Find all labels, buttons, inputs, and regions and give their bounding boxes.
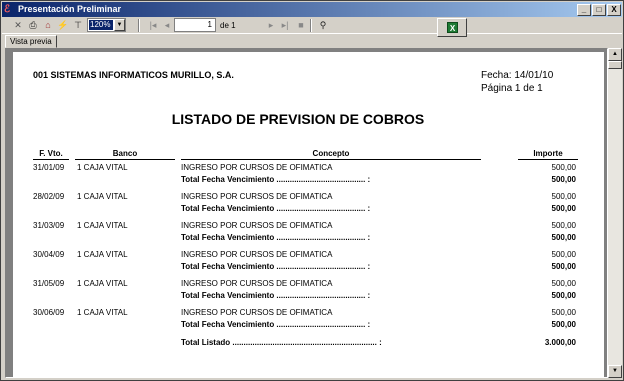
toolbar-separator bbox=[310, 19, 312, 32]
grand-total-label: Total Listado ..........................… bbox=[181, 338, 382, 347]
row-total-label: Total Fecha Vencimiento ................… bbox=[181, 291, 371, 300]
row-importe: 500,00 bbox=[551, 192, 576, 201]
row-total-value: 500,00 bbox=[551, 262, 576, 271]
row-concepto: INGRESO POR CURSOS DE OFIMATICA bbox=[181, 279, 333, 288]
preview-toolbar: ✕ ⎙ ⌂ ⚡ ⊤ 120% ▼ |◂ ◂ 1 de 1 ▸ ▸| ■ ⚲ X bbox=[2, 17, 622, 37]
row-concepto: INGRESO POR CURSOS DE OFIMATICA bbox=[181, 192, 333, 201]
header-importe: Importe bbox=[518, 149, 578, 160]
report-page-number: Página 1 de 1 bbox=[481, 83, 543, 94]
row-importe: 500,00 bbox=[551, 221, 576, 230]
zoom-select[interactable]: 120% ▼ bbox=[87, 18, 126, 32]
header-banco: Banco bbox=[75, 149, 175, 160]
maximize-button[interactable]: □ bbox=[592, 4, 606, 16]
minimize-button[interactable]: _ bbox=[577, 4, 591, 16]
stop-icon[interactable]: ■ bbox=[294, 19, 308, 32]
row-importe: 500,00 bbox=[551, 279, 576, 288]
preview-window: ℰ Presentación Preliminar _ □ X ✕ ⎙ ⌂ ⚡ … bbox=[0, 0, 624, 381]
row-total-value: 500,00 bbox=[551, 204, 576, 213]
print-setup-icon[interactable]: ⌂ bbox=[41, 19, 55, 32]
grand-total-value: 3.000,00 bbox=[544, 338, 576, 347]
tab-strip: Vista previa bbox=[2, 35, 622, 48]
row-total-label: Total Fecha Vencimiento ................… bbox=[181, 204, 371, 213]
row-importe: 500,00 bbox=[551, 250, 576, 259]
row-banco: 1 CAJA VITAL bbox=[77, 221, 128, 230]
scroll-thumb[interactable] bbox=[608, 61, 622, 69]
find-icon[interactable]: ⚲ bbox=[316, 19, 330, 32]
zoom-value: 120% bbox=[89, 20, 113, 30]
vertical-scrollbar[interactable]: ▲ ▼ bbox=[608, 48, 622, 378]
row-banco: 1 CAJA VITAL bbox=[77, 250, 128, 259]
row-banco: 1 CAJA VITAL bbox=[77, 308, 128, 317]
first-page-icon[interactable]: |◂ bbox=[146, 19, 160, 32]
row-concepto: INGRESO POR CURSOS DE OFIMATICA bbox=[181, 250, 333, 259]
header-concepto: Concepto bbox=[181, 149, 481, 160]
row-total-value: 500,00 bbox=[551, 291, 576, 300]
row-total-label: Total Fecha Vencimiento ................… bbox=[181, 175, 371, 184]
prev-page-icon[interactable]: ◂ bbox=[160, 19, 174, 32]
row-total-value: 500,00 bbox=[551, 320, 576, 329]
row-total-value: 500,00 bbox=[551, 175, 576, 184]
row-concepto: INGRESO POR CURSOS DE OFIMATICA bbox=[181, 308, 333, 317]
report-date: Fecha: 14/01/10 bbox=[481, 70, 554, 81]
row-banco: 1 CAJA VITAL bbox=[77, 192, 128, 201]
row-importe: 500,00 bbox=[551, 308, 576, 317]
row-total-label: Total Fecha Vencimiento ................… bbox=[181, 262, 371, 271]
row-fvto: 31/05/09 bbox=[33, 279, 65, 288]
row-total-label: Total Fecha Vencimiento ................… bbox=[181, 233, 371, 242]
row-fvto: 30/04/09 bbox=[33, 250, 65, 259]
excel-icon: X bbox=[447, 22, 458, 33]
header-fvto: F. Vto. bbox=[33, 149, 69, 160]
print-icon[interactable]: ⎙ bbox=[26, 19, 40, 32]
row-concepto: INGRESO POR CURSOS DE OFIMATICA bbox=[181, 221, 333, 230]
row-fvto: 31/03/09 bbox=[33, 221, 65, 230]
last-page-icon[interactable]: ▸| bbox=[278, 19, 292, 32]
app-icon: ℰ bbox=[4, 4, 11, 15]
next-page-icon[interactable]: ▸ bbox=[264, 19, 278, 32]
page-count-label: de 1 bbox=[220, 21, 236, 30]
row-fvto: 28/02/09 bbox=[33, 192, 65, 201]
row-importe: 500,00 bbox=[551, 163, 576, 172]
tab-vista-previa[interactable]: Vista previa bbox=[5, 35, 57, 48]
row-fvto: 30/06/09 bbox=[33, 308, 65, 317]
row-fvto: 31/01/09 bbox=[33, 163, 65, 172]
page-number-input[interactable]: 1 bbox=[174, 18, 216, 32]
scroll-up-icon[interactable]: ▲ bbox=[608, 48, 622, 61]
tree-icon[interactable]: ⊤ bbox=[71, 19, 85, 32]
row-concepto: INGRESO POR CURSOS DE OFIMATICA bbox=[181, 163, 333, 172]
close-button[interactable]: X bbox=[607, 4, 621, 16]
report-title: LISTADO DE PREVISION DE COBROS bbox=[171, 111, 425, 127]
chevron-down-icon[interactable]: ▼ bbox=[114, 19, 125, 31]
close-preview-icon[interactable]: ✕ bbox=[11, 19, 25, 32]
report-page: 001 SISTEMAS INFORMATICOS MURILLO, S.A. … bbox=[13, 52, 604, 377]
row-total-label: Total Fecha Vencimiento ................… bbox=[181, 320, 371, 329]
title-bar: ℰ Presentación Preliminar _ □ X bbox=[2, 2, 622, 17]
scroll-down-icon[interactable]: ▼ bbox=[608, 365, 622, 378]
row-banco: 1 CAJA VITAL bbox=[77, 279, 128, 288]
row-total-value: 500,00 bbox=[551, 233, 576, 242]
row-banco: 1 CAJA VITAL bbox=[77, 163, 128, 172]
window-title: Presentación Preliminar bbox=[18, 4, 122, 14]
export-icon[interactable]: ⚡ bbox=[56, 19, 70, 32]
preview-area: 001 SISTEMAS INFORMATICOS MURILLO, S.A. … bbox=[5, 48, 608, 378]
company-name: 001 SISTEMAS INFORMATICOS MURILLO, S.A. bbox=[33, 70, 234, 80]
toolbar-separator bbox=[138, 19, 140, 32]
